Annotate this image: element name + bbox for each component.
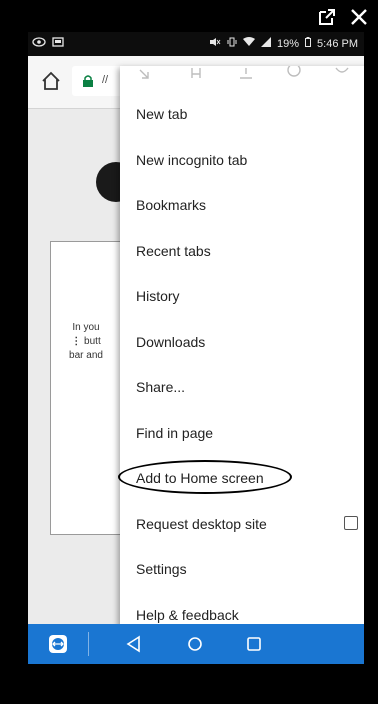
download-icon[interactable] <box>236 66 260 86</box>
status-right-icons: 19% 5:46 PM <box>209 37 358 50</box>
window-controls <box>316 2 370 32</box>
menu-item-settings[interactable]: Settings <box>120 547 364 593</box>
page-text-line: In you <box>72 322 100 333</box>
battery-icon <box>305 37 312 50</box>
gallery-icon <box>52 37 64 50</box>
mute-icon <box>209 37 221 50</box>
home-button-icon[interactable] <box>185 634 205 654</box>
status-bar: 19% 5:46 PM <box>28 32 364 56</box>
overflow-menu: New tab New incognito tab Bookmarks Rece… <box>118 63 364 664</box>
close-icon[interactable] <box>348 6 370 28</box>
menu-item-request-desktop-site[interactable]: Request desktop site <box>120 502 364 548</box>
refresh-icon[interactable] <box>332 66 356 86</box>
page-text: In you ⋮ butt bar and <box>56 321 116 363</box>
screen-bottom <box>28 664 364 684</box>
recents-icon[interactable] <box>244 634 264 654</box>
teamviewer-icon[interactable] <box>48 634 68 654</box>
vibrate-icon <box>227 37 237 50</box>
url-text: // <box>102 74 109 86</box>
home-icon[interactable] <box>40 70 62 92</box>
external-link-icon[interactable] <box>316 6 338 28</box>
screenshot-frame: 19% 5:46 PM // In you ⋮ butt bar and New… <box>0 0 378 704</box>
menu-list: New tab New incognito tab Bookmarks Rece… <box>118 92 364 638</box>
nav-divider <box>88 632 89 656</box>
back-icon[interactable] <box>124 634 144 654</box>
lock-icon <box>82 74 94 87</box>
menu-item-bookmarks[interactable]: Bookmarks <box>120 183 364 229</box>
menu-item-recent-tabs[interactable]: Recent tabs <box>120 229 364 275</box>
eye-icon <box>32 37 46 50</box>
status-left-icons <box>32 37 64 50</box>
info-icon[interactable] <box>284 63 308 86</box>
menu-item-find-in-page[interactable]: Find in page <box>120 411 364 457</box>
menu-item-new-tab[interactable]: New tab <box>120 92 364 138</box>
menu-item-history[interactable]: History <box>120 274 364 320</box>
request-desktop-checkbox[interactable] <box>344 515 358 530</box>
menu-item-share[interactable]: Share... <box>120 365 364 411</box>
page-text-fragment: butt <box>84 336 101 347</box>
menu-item-label: Request desktop site <box>136 515 267 532</box>
signal-icon <box>261 37 271 50</box>
bookmark-star-icon[interactable] <box>186 66 210 86</box>
forward-icon[interactable] <box>136 66 160 86</box>
page-text-line: bar and <box>69 350 103 361</box>
more-vert-icon: ⋮ <box>71 336 85 347</box>
menu-item-new-incognito-tab[interactable]: New incognito tab <box>120 138 364 184</box>
status-time: 5:46 PM <box>317 37 358 50</box>
page-text-line: ⋮ butt <box>56 335 116 349</box>
menu-item-downloads[interactable]: Downloads <box>120 320 364 366</box>
battery-percent: 19% <box>277 37 300 50</box>
menu-item-label: Add to Home screen <box>136 470 264 486</box>
menu-item-add-to-home-screen[interactable]: Add to Home screen <box>118 456 364 502</box>
wifi-icon <box>243 37 255 50</box>
navigation-bar <box>28 624 364 664</box>
phone-screen: 19% 5:46 PM // In you ⋮ butt bar and New… <box>28 32 364 684</box>
